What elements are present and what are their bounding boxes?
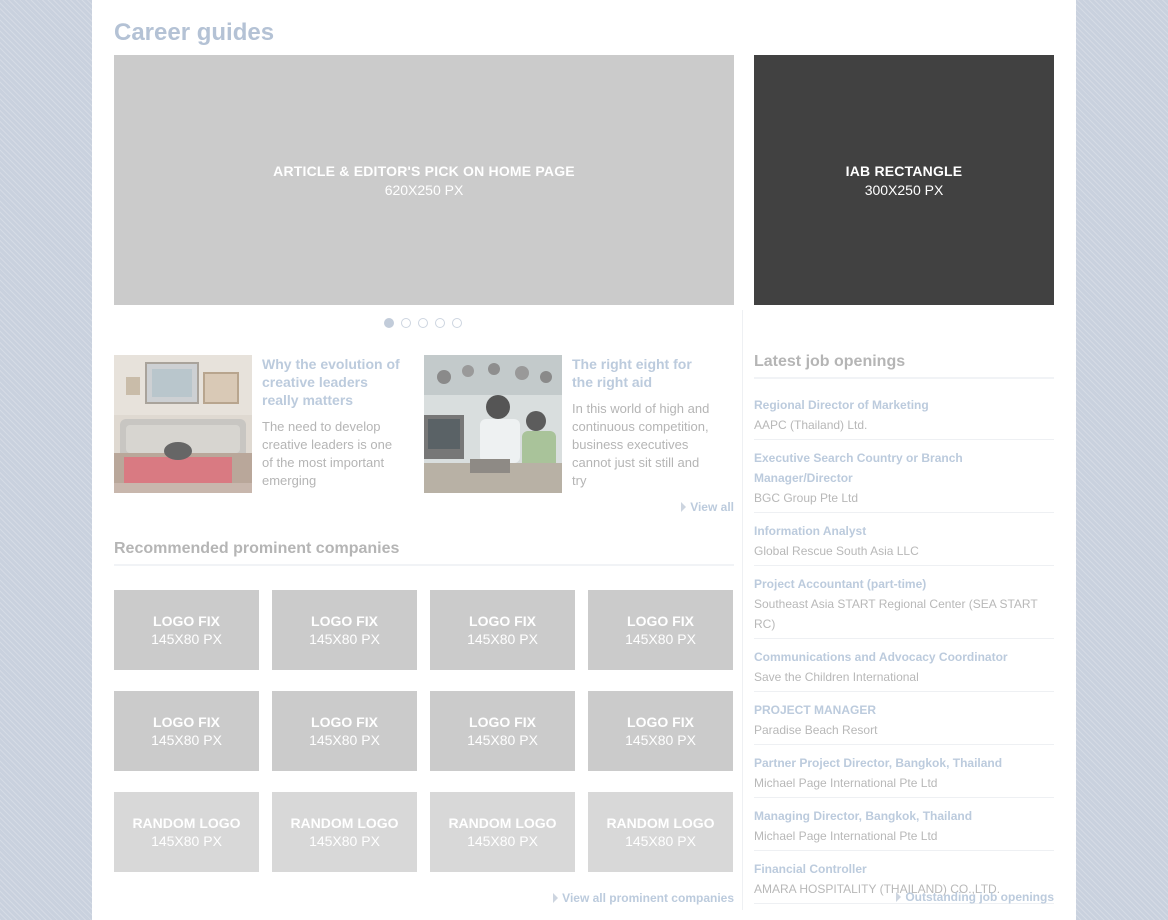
job-company: Michael Page International Pte Ltd: [754, 829, 938, 843]
logo-size: 145X80 PX: [151, 631, 222, 647]
arrow-right-icon: [896, 892, 902, 902]
job-company: Paradise Beach Resort: [754, 723, 878, 737]
company-logo[interactable]: LOGO FIX 145X80 PX: [114, 691, 259, 771]
logo-size: 145X80 PX: [151, 833, 222, 849]
iab-title: IAB RECTANGLE: [845, 162, 963, 179]
banner-size: 620X250 PX: [384, 181, 464, 198]
carousel-dot-2[interactable]: [401, 318, 411, 328]
job-company: Global Rescue South Asia LLC: [754, 544, 919, 558]
page-container: Career guides ARTICLE & EDITOR'S PICK ON…: [92, 0, 1076, 920]
random-company-logo[interactable]: RANDOM LOGO 145X80 PX: [114, 792, 259, 872]
random-company-logo[interactable]: RANDOM LOGO 145X80 PX: [430, 792, 575, 872]
company-logo[interactable]: LOGO FIX 145X80 PX: [588, 691, 733, 771]
job-item: PROJECT MANAGER Paradise Beach Resort: [754, 698, 1054, 745]
article-title[interactable]: The right eight for the right aid: [572, 355, 712, 391]
carousel-dot-5[interactable]: [452, 318, 462, 328]
job-title-link[interactable]: Regional Director of Marketing: [754, 395, 1054, 415]
logo-size: 145X80 PX: [625, 631, 696, 647]
logo-label: RANDOM LOGO: [132, 815, 241, 831]
outstanding-jobs-link[interactable]: Outstanding job openings: [896, 890, 1054, 904]
logo-size: 145X80 PX: [309, 732, 380, 748]
job-company: AAPC (Thailand) Ltd.: [754, 418, 868, 432]
logo-label: LOGO FIX: [153, 613, 220, 629]
company-logo-grid: LOGO FIX 145X80 PX LOGO FIX 145X80 PX LOGO…: [114, 590, 734, 872]
column-divider: [742, 310, 743, 910]
job-title-link[interactable]: Financial Controller: [754, 859, 1054, 879]
job-item: Communications and Advocacy Coordinator S…: [754, 645, 1054, 692]
article-banner[interactable]: ARTICLE & EDITOR'S PICK ON HOME PAGE 620…: [114, 55, 734, 305]
article-excerpt: The need to develop creative leaders is …: [262, 419, 393, 488]
carousel-dot-4[interactable]: [435, 318, 445, 328]
job-list: Regional Director of Marketing AAPC (Thai…: [754, 393, 1054, 910]
logo-label: LOGO FIX: [469, 613, 536, 629]
view-all-articles-link[interactable]: View all: [681, 500, 734, 514]
arrow-right-icon: [681, 502, 687, 512]
job-item: Regional Director of Marketing AAPC (Thai…: [754, 393, 1054, 440]
job-company: Save the Children International: [754, 670, 919, 684]
logo-label: LOGO FIX: [627, 613, 694, 629]
logo-size: 145X80 PX: [151, 732, 222, 748]
job-item: Information Analyst Global Rescue South A…: [754, 519, 1054, 566]
logo-label: LOGO FIX: [627, 714, 694, 730]
article-card[interactable]: The right eight for the right aid In thi…: [424, 355, 724, 495]
logo-label: RANDOM LOGO: [606, 815, 715, 831]
article-title[interactable]: Why the evolution of creative leaders re…: [262, 355, 402, 409]
company-logo[interactable]: LOGO FIX 145X80 PX: [272, 691, 417, 771]
article-excerpt: In this world of high and continuous com…: [572, 401, 710, 488]
article-thumbnail[interactable]: [114, 355, 252, 493]
logo-size: 145X80 PX: [467, 833, 538, 849]
logo-label: LOGO FIX: [469, 714, 536, 730]
view-all-label: View all: [690, 500, 734, 514]
carousel-dot-3[interactable]: [418, 318, 428, 328]
random-company-logo[interactable]: RANDOM LOGO 145X80 PX: [588, 792, 733, 872]
logo-size: 145X80 PX: [467, 631, 538, 647]
view-all-companies-label: View all prominent companies: [562, 891, 734, 905]
carousel-dots: [384, 318, 462, 328]
company-logo[interactable]: LOGO FIX 145X80 PX: [114, 590, 259, 670]
logo-label: LOGO FIX: [153, 714, 220, 730]
article-card[interactable]: Why the evolution of creative leaders re…: [114, 355, 414, 495]
job-company: Michael Page International Pte Ltd: [754, 776, 938, 790]
latest-jobs-title: Latest job openings: [754, 353, 906, 370]
job-title-link[interactable]: Communications and Advocacy Coordinator: [754, 647, 1054, 667]
company-logo[interactable]: LOGO FIX 145X80 PX: [430, 691, 575, 771]
section-divider: [754, 377, 1054, 379]
recommended-companies-title: Recommended prominent companies: [114, 540, 400, 557]
article-thumbnail[interactable]: [424, 355, 562, 493]
job-title-link[interactable]: Information Analyst: [754, 521, 1054, 541]
job-item: Executive Search Country or Branch Manag…: [754, 446, 1054, 513]
job-title-link[interactable]: PROJECT MANAGER: [754, 700, 1054, 720]
logo-size: 145X80 PX: [467, 732, 538, 748]
section-divider: [114, 564, 734, 566]
company-logo[interactable]: LOGO FIX 145X80 PX: [272, 590, 417, 670]
job-company: BGC Group Pte Ltd: [754, 491, 859, 505]
iab-size: 300X250 PX: [864, 181, 944, 198]
logo-label: RANDOM LOGO: [448, 815, 557, 831]
job-item: Managing Director, Bangkok, Thailand Mich…: [754, 804, 1054, 851]
job-item: Project Accountant (part-time) Southeast …: [754, 572, 1054, 639]
company-logo[interactable]: LOGO FIX 145X80 PX: [430, 590, 575, 670]
job-title-link[interactable]: Partner Project Director, Bangkok, Thail…: [754, 753, 1054, 773]
job-title-link[interactable]: Project Accountant (part-time): [754, 574, 1054, 594]
iab-rectangle-ad[interactable]: IAB RECTANGLE 300X250 PX: [754, 55, 1054, 305]
job-title-link[interactable]: Managing Director, Bangkok, Thailand: [754, 806, 1054, 826]
logo-label: RANDOM LOGO: [290, 815, 399, 831]
logo-size: 145X80 PX: [625, 732, 696, 748]
banner-title: ARTICLE & EDITOR'S PICK ON HOME PAGE: [273, 162, 575, 179]
logo-size: 145X80 PX: [309, 631, 380, 647]
page-title: Career guides: [114, 19, 275, 46]
arrow-right-icon: [553, 893, 559, 903]
outstanding-jobs-label: Outstanding job openings: [905, 890, 1054, 904]
job-title-link[interactable]: Executive Search Country or Branch Manag…: [754, 448, 1054, 488]
company-logo[interactable]: LOGO FIX 145X80 PX: [588, 590, 733, 670]
view-all-companies-link[interactable]: View all prominent companies: [553, 891, 734, 905]
logo-size: 145X80 PX: [309, 833, 380, 849]
job-item: Partner Project Director, Bangkok, Thail…: [754, 751, 1054, 798]
random-company-logo[interactable]: RANDOM LOGO 145X80 PX: [272, 792, 417, 872]
logo-label: LOGO FIX: [311, 714, 378, 730]
job-company: Southeast Asia START Regional Center (SE…: [754, 597, 1038, 631]
carousel-dot-1[interactable]: [384, 318, 394, 328]
logo-label: LOGO FIX: [311, 613, 378, 629]
logo-size: 145X80 PX: [625, 833, 696, 849]
